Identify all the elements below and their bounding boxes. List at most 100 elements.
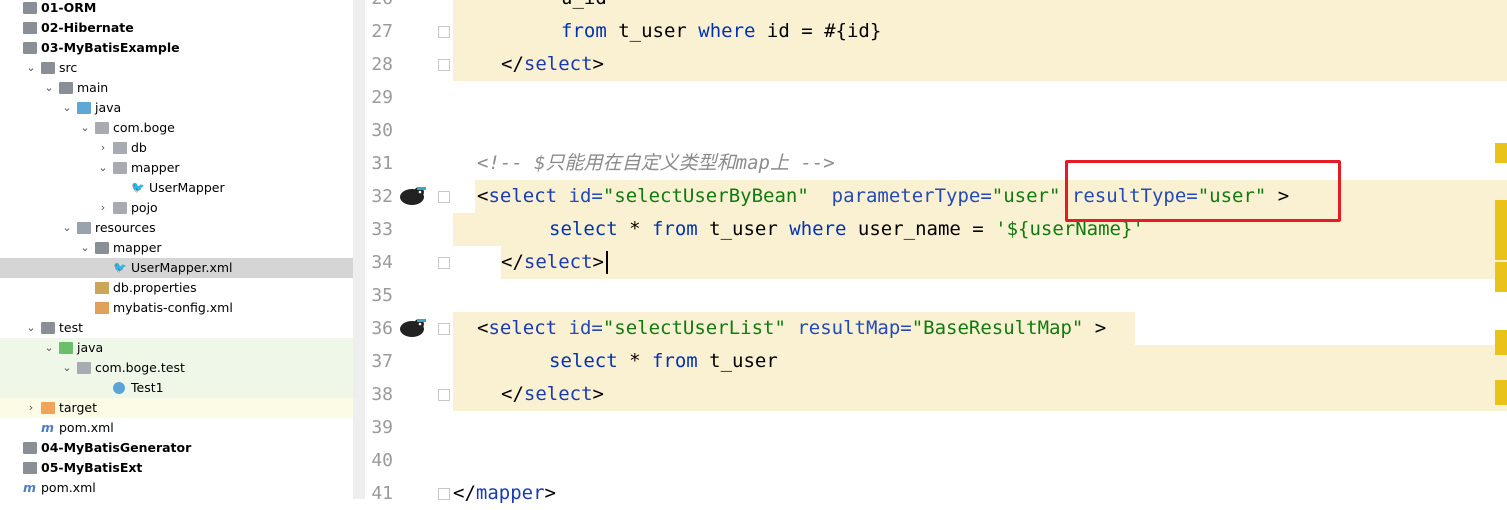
code-token: u_id [561, 0, 607, 9]
code-line[interactable]: <select id="selectUserList" resultMap="B… [477, 312, 1106, 345]
chevron-down-icon[interactable]: ⌄ [80, 238, 90, 258]
scroll-marker[interactable] [1495, 330, 1507, 355]
tree-item[interactable]: ⌄ resources [0, 218, 353, 238]
tree-item[interactable]: ⌄ mapper [0, 158, 353, 178]
tree-item[interactable]: ⌄ com.boge.test [0, 358, 353, 378]
scroll-marker[interactable] [1495, 200, 1507, 260]
tree-item-label: pom.xml [41, 480, 96, 495]
code-token: id= [557, 185, 603, 207]
code-token: t_user [606, 20, 699, 42]
tree-item[interactable]: ⌄ test [0, 318, 353, 338]
code-token: resultMap= [785, 317, 912, 339]
tree-item[interactable]: db.properties [0, 278, 353, 298]
code-line[interactable]: from t_user where id = #{id} [561, 15, 881, 48]
fold-marker-icon[interactable] [438, 389, 450, 401]
tree-item[interactable]: 05-MyBatisExt [0, 458, 353, 478]
tree-item[interactable]: m pom.xml [0, 478, 353, 498]
chevron-down-icon[interactable]: ⌄ [62, 218, 72, 238]
scroll-marker[interactable] [1495, 143, 1507, 163]
folder-icon [41, 62, 55, 74]
code-line[interactable]: select * from t_user [549, 345, 778, 378]
class-icon [113, 382, 125, 394]
tree-item[interactable]: mybatis-config.xml [0, 298, 353, 318]
tree-item[interactable]: › target [0, 398, 353, 418]
tree-item[interactable]: 🐦 UserMapper.xml [0, 258, 353, 278]
line-number: 28 [371, 54, 393, 75]
tree-item[interactable]: ⌄ mapper [0, 238, 353, 258]
tree-item-label: main [77, 80, 109, 95]
code-line[interactable]: <!-- $只能用在自定义类型和map上 --> [477, 147, 835, 180]
fold-marker-icon[interactable] [438, 488, 450, 500]
tree-item[interactable]: ⌄ com.boge [0, 118, 353, 138]
chevron-down-icon[interactable]: ⌄ [26, 318, 36, 338]
package-icon [77, 362, 91, 374]
code-editor[interactable]: 26 27 28 29 30 31 32 33 34 35 36 37 38 39 40 41 u_idfro… [365, 0, 1507, 504]
fold-marker-icon[interactable] [438, 191, 450, 203]
chevron-right-icon[interactable]: › [98, 138, 108, 158]
fold-marker-icon[interactable] [438, 257, 450, 269]
tree-item[interactable]: ⌄ java [0, 338, 353, 358]
code-line[interactable]: select * from t_user where user_name = '… [549, 213, 1144, 246]
code-line[interactable]: </select> [501, 378, 604, 411]
code-line[interactable]: u_id [561, 0, 607, 15]
chevron-down-icon[interactable]: ⌄ [62, 98, 72, 118]
code-token: select [488, 317, 558, 339]
code-line[interactable]: </select> [501, 246, 604, 279]
chevron-down-icon[interactable]: ⌄ [62, 358, 72, 378]
line-number: 41 [371, 483, 393, 504]
maven-icon: m [41, 420, 55, 435]
line-number: 32 [371, 186, 393, 207]
chevron-right-icon[interactable]: › [98, 198, 108, 218]
tree-item[interactable]: ⌄ main [0, 78, 353, 98]
scroll-marker[interactable] [1495, 262, 1507, 292]
tree-item[interactable]: 03-MyBatisExample [0, 38, 353, 58]
code-token: t_user [697, 350, 778, 372]
tree-item-label: mybatis-config.xml [113, 300, 233, 315]
line-number: 33 [371, 219, 393, 240]
line-number: 36 [371, 318, 393, 339]
code-token: id = #{id} [755, 20, 882, 42]
mybatis-navigate-icon[interactable] [397, 316, 427, 338]
code-line[interactable]: </mapper> [453, 477, 556, 510]
fold-marker-icon[interactable] [438, 323, 450, 335]
tree-item[interactable]: › pojo [0, 198, 353, 218]
code-token: select [549, 350, 618, 372]
code-token: < [477, 317, 489, 339]
tree-item[interactable]: ⌄ src [0, 58, 353, 78]
folder-icon [41, 402, 55, 414]
text-cursor [606, 251, 608, 274]
chevron-down-icon[interactable]: ⌄ [80, 118, 90, 138]
scroll-marker[interactable] [1495, 380, 1507, 405]
tree-item-label: 03-MyBatisExample [41, 40, 180, 55]
line-number: 39 [371, 417, 393, 438]
chevron-right-icon[interactable]: › [26, 398, 36, 418]
code-line[interactable]: </select> [501, 48, 604, 81]
line-number: 40 [371, 450, 393, 471]
tree-item[interactable]: 02-Hibernate [0, 18, 353, 38]
tree-item[interactable]: › db [0, 138, 353, 158]
panel-splitter[interactable] [353, 0, 365, 499]
fold-marker-icon[interactable] [438, 26, 450, 38]
mybatis-navigate-icon[interactable] [397, 184, 427, 206]
line-number: 38 [371, 384, 393, 405]
tree-item-label: UserMapper [149, 180, 225, 195]
tree-item[interactable]: Test1 [0, 378, 353, 398]
code-token: "user" [991, 185, 1061, 207]
fold-marker-icon[interactable] [438, 59, 450, 71]
folder-icon [41, 322, 55, 334]
chevron-down-icon[interactable]: ⌄ [44, 78, 54, 98]
code-token: mapper [475, 482, 545, 504]
tree-item-label: db [131, 140, 147, 155]
line-number: 31 [371, 153, 393, 174]
tree-item[interactable]: 01-ORM [0, 0, 353, 18]
xml-file-icon [95, 302, 109, 314]
chevron-down-icon[interactable]: ⌄ [98, 158, 108, 178]
tree-item[interactable]: ⌄ java [0, 98, 353, 118]
tree-item[interactable]: m pom.xml [0, 418, 353, 438]
code-token: "selectUserList" [602, 317, 786, 339]
chevron-down-icon[interactable]: ⌄ [26, 58, 36, 78]
tree-item[interactable]: 04-MyBatisGenerator [0, 438, 353, 458]
chevron-down-icon[interactable]: ⌄ [44, 338, 54, 358]
folder-icon [59, 342, 73, 354]
tree-item[interactable]: 🐦 UserMapper [0, 178, 353, 198]
